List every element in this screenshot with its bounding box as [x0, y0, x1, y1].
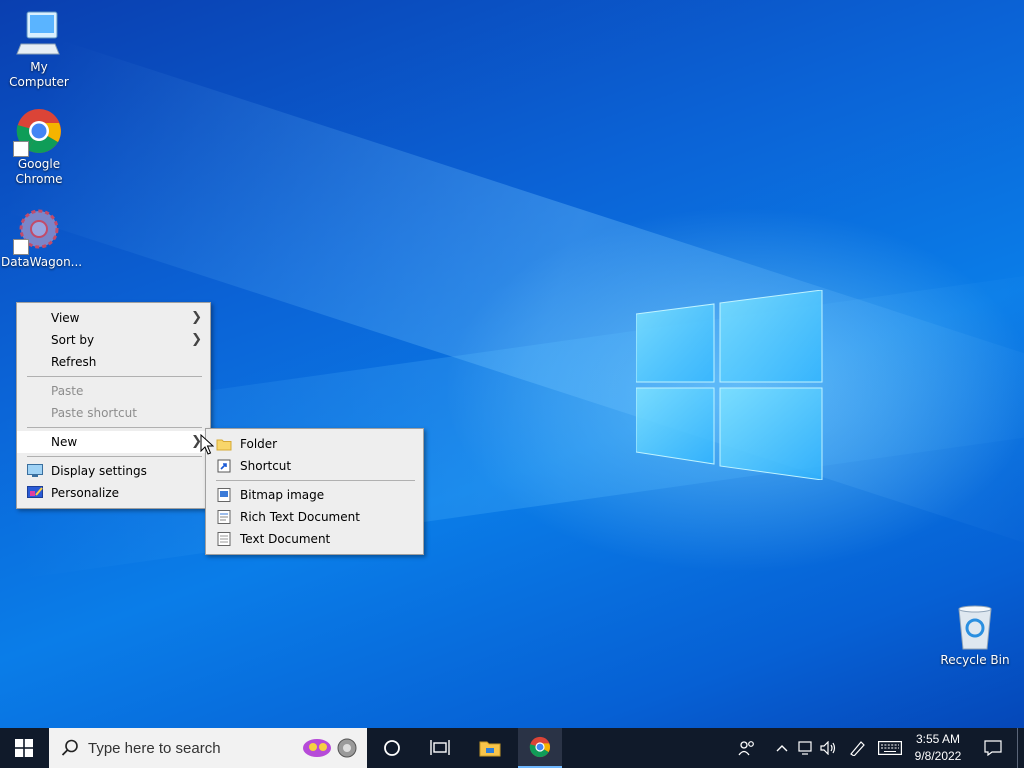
- volume-tray-button[interactable]: [818, 728, 840, 768]
- shortcut-arrow-icon: [13, 239, 29, 255]
- desktop-icon-label: DataWagon...: [1, 255, 83, 269]
- personalize-icon: [27, 486, 43, 498]
- menu-item-label: Display settings: [51, 464, 147, 478]
- menu-separator: [27, 456, 202, 457]
- shortcut-arrow-icon: [13, 141, 29, 157]
- menu-separator: [27, 376, 202, 377]
- volume-icon: [820, 741, 836, 755]
- menu-separator: [216, 480, 415, 481]
- action-center-button[interactable]: [978, 728, 1008, 768]
- taskbar-search-box[interactable]: Type here to search: [49, 728, 367, 768]
- chevron-right-icon: ❯: [191, 332, 202, 347]
- task-view-icon: [430, 740, 450, 755]
- desktop[interactable]: My Computer Google Chrome DataWagon... R…: [0, 0, 1024, 728]
- pen-workspace-button[interactable]: [846, 728, 870, 768]
- touch-keyboard-button[interactable]: [876, 728, 904, 768]
- chevron-up-icon: [776, 745, 788, 752]
- new-submenu: Folder Shortcut Bitmap image Rich Text D…: [205, 428, 424, 555]
- computer-icon: [15, 10, 63, 58]
- desktop-icon-datawagon[interactable]: DataWagon...: [1, 205, 83, 270]
- menu-item-label: View: [51, 311, 80, 325]
- submenu-item-text-document[interactable]: Text Document: [206, 528, 423, 550]
- network-icon: [798, 741, 812, 755]
- menu-item-label: Refresh: [51, 355, 97, 369]
- taskbar-clock[interactable]: 3:55 AM 9/8/2022: [906, 731, 970, 765]
- submenu-item-bitmap-image[interactable]: Bitmap image: [206, 484, 423, 506]
- menu-item-new[interactable]: New ❯: [17, 431, 210, 453]
- menu-item-sort-by[interactable]: Sort by ❯: [17, 329, 210, 351]
- menu-item-personalize[interactable]: Personalize: [17, 482, 210, 504]
- recycle-bin-icon: [951, 603, 999, 651]
- notification-icon: [984, 740, 1002, 756]
- task-view-button[interactable]: [418, 728, 462, 768]
- menu-item-label: New: [51, 435, 78, 449]
- desktop-icon-label: Google Chrome: [15, 157, 63, 186]
- show-desktop-button[interactable]: [1017, 728, 1024, 768]
- submenu-item-folder[interactable]: Folder: [206, 433, 423, 455]
- submenu-item-label: Folder: [240, 437, 278, 451]
- desktop-icon-label: My Computer: [9, 60, 69, 89]
- chrome-taskbar-button[interactable]: [518, 728, 562, 768]
- chrome-icon: [13, 107, 63, 157]
- menu-item-paste-shortcut: Paste shortcut: [17, 402, 210, 424]
- search-highlight-image: [303, 738, 357, 758]
- desktop-icon-my-computer[interactable]: My Computer: [1, 10, 77, 90]
- submenu-item-rich-text-document[interactable]: Rich Text Document: [206, 506, 423, 528]
- text-document-icon: [217, 532, 231, 546]
- windows-logo-wallpaper: [636, 290, 823, 480]
- search-placeholder: Type here to search: [88, 740, 221, 757]
- show-hidden-icons-button[interactable]: [772, 728, 792, 768]
- menu-item-label: Paste shortcut: [51, 406, 137, 420]
- submenu-item-label: Shortcut: [240, 459, 292, 473]
- menu-item-view[interactable]: View ❯: [17, 307, 210, 329]
- people-icon: [738, 741, 754, 756]
- menu-item-label: Paste: [51, 384, 84, 398]
- network-tray-button[interactable]: [796, 728, 816, 768]
- desktop-icon-recycle-bin[interactable]: Recycle Bin: [937, 603, 1013, 668]
- search-icon: [61, 739, 78, 756]
- cortana-button[interactable]: [370, 728, 414, 768]
- pen-icon: [850, 741, 865, 756]
- submenu-item-label: Text Document: [240, 532, 331, 546]
- clock-time: 3:55 AM: [915, 732, 961, 746]
- submenu-item-label: Rich Text Document: [240, 510, 360, 524]
- clock-date: 9/8/2022: [914, 749, 962, 763]
- file-explorer-taskbar-button[interactable]: [468, 728, 512, 768]
- mouse-pointer-icon: [200, 434, 214, 455]
- windows-start-icon: [15, 739, 33, 757]
- datawagon-icon: [13, 205, 63, 255]
- shortcut-icon: [217, 459, 231, 473]
- desktop-icon-google-chrome[interactable]: Google Chrome: [1, 107, 77, 187]
- desktop-context-menu: View ❯ Sort by ❯ Refresh Paste Paste sho…: [16, 302, 211, 509]
- start-button[interactable]: [0, 728, 48, 768]
- chevron-right-icon: ❯: [191, 310, 202, 325]
- cortana-icon: [384, 740, 400, 756]
- chrome-icon: [529, 736, 551, 758]
- desktop-icon-label: Recycle Bin: [940, 653, 1010, 667]
- menu-item-refresh[interactable]: Refresh: [17, 351, 210, 373]
- rtf-icon: [217, 510, 231, 524]
- bitmap-icon: [217, 488, 231, 502]
- display-icon: [27, 464, 43, 477]
- file-explorer-icon: [479, 741, 501, 757]
- menu-item-label: Personalize: [51, 486, 120, 500]
- folder-icon: [216, 439, 232, 451]
- menu-item-label: Sort by: [51, 333, 95, 347]
- menu-item-display-settings[interactable]: Display settings: [17, 460, 210, 482]
- menu-item-paste: Paste: [17, 380, 210, 402]
- submenu-item-label: Bitmap image: [240, 488, 325, 502]
- people-button[interactable]: [734, 728, 760, 768]
- taskbar: Type here to search 3:55 AM 9/8/2022: [0, 728, 1024, 768]
- keyboard-icon: [878, 741, 902, 755]
- submenu-item-shortcut[interactable]: Shortcut: [206, 455, 423, 477]
- menu-separator: [27, 427, 202, 428]
